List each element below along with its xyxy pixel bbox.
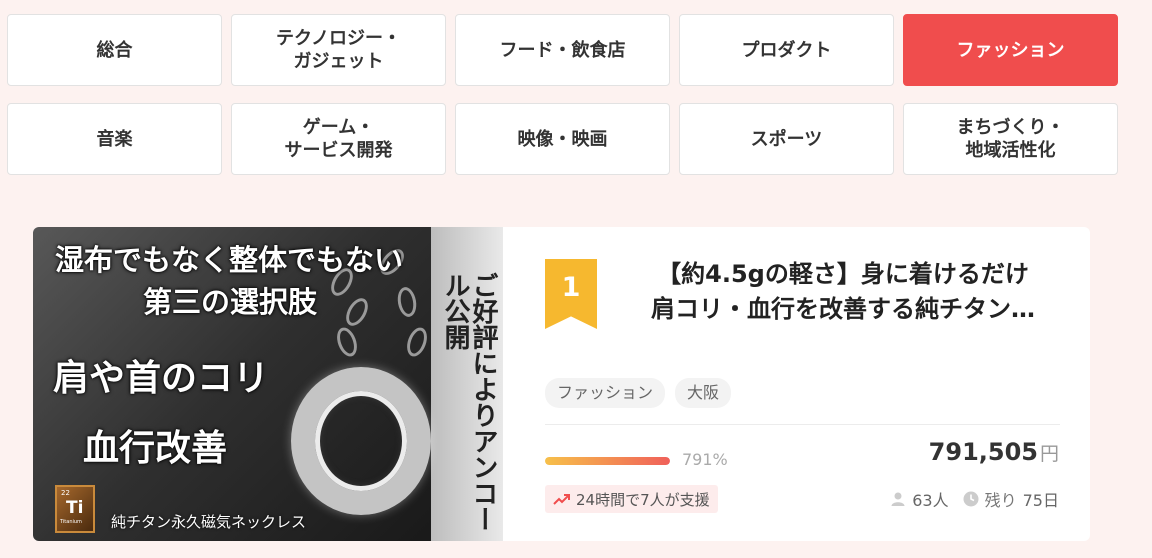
funding-progress-fill	[545, 457, 670, 465]
thumbnail-headline-3: 肩や首のコリ	[53, 357, 270, 399]
divider	[545, 424, 1060, 425]
category-fashion[interactable]: ファッション	[903, 14, 1118, 86]
project-card[interactable]: 湿布でもなく整体でもない 第三の選択肢 肩や首のコリ 血行改善 ご好評によりアン…	[33, 227, 1090, 541]
rank-badge: 1	[545, 259, 597, 329]
project-tags: ファッション 大阪	[545, 378, 732, 408]
chain-link	[403, 324, 431, 360]
tag-location[interactable]: 大阪	[675, 378, 732, 408]
element-name: Titanium	[60, 519, 82, 525]
category-video-film[interactable]: 映像・映画	[455, 103, 670, 175]
element-symbol: Ti	[66, 498, 84, 518]
category-community[interactable]: まちづくり・ 地域活性化	[903, 103, 1118, 175]
chain-link	[395, 285, 419, 319]
funding-amount: 791,505 円	[929, 438, 1059, 466]
trending-up-icon	[553, 494, 570, 505]
thumbnail-headline-1: 湿布でもなく整体でもない	[55, 243, 404, 277]
amount-value: 791,505	[928, 438, 1038, 466]
person-icon	[891, 492, 905, 506]
category-general[interactable]: 総合	[7, 14, 222, 86]
funding-percent: 791%	[682, 450, 728, 469]
project-title[interactable]: 【約4.5gの軽さ】身に着けるだけ 肩コリ・血行を改善する純チタン…	[623, 257, 1063, 327]
category-game-service[interactable]: ゲーム・ サービス開発	[231, 103, 446, 175]
project-thumbnail[interactable]: 湿布でもなく整体でもない 第三の選択肢 肩や首のコリ 血行改善 ご好評によりアン…	[33, 227, 503, 541]
remaining-days: 75日	[1022, 491, 1059, 510]
remaining-label: 残り	[984, 491, 1017, 510]
supporter-count: 63人	[912, 491, 949, 510]
currency-unit: 円	[1039, 443, 1059, 465]
trend-badge: 24時間で7人が支援	[545, 485, 718, 513]
category-food-restaurant[interactable]: フード・飲食店	[455, 14, 670, 86]
chain-link	[333, 324, 361, 360]
category-sports[interactable]: スポーツ	[679, 103, 894, 175]
thumbnail-vertical-text: ご好評によりアンコール公開	[440, 272, 498, 532]
thumbnail-product-name: 純チタン永久磁気ネックレス	[111, 513, 307, 531]
category-technology-gadget[interactable]: テクノロジー・ ガジェット	[231, 14, 446, 86]
project-info: 1 【約4.5gの軽さ】身に着けるだけ 肩コリ・血行を改善する純チタン… ファッ…	[503, 227, 1090, 541]
thumbnail-headline-2: 第三の選択肢	[143, 285, 318, 319]
category-product[interactable]: プロダクト	[679, 14, 894, 86]
category-grid: 総合 テクノロジー・ ガジェット フード・飲食店 プロダクト ファッション 音楽…	[7, 14, 1118, 175]
category-music[interactable]: 音楽	[7, 103, 222, 175]
necklace-ring-inner	[315, 391, 407, 491]
funding-progress-bar	[545, 457, 670, 465]
element-number: 22	[61, 489, 70, 497]
chain-link	[341, 294, 373, 330]
titanium-element-icon: 22 Ti Titanium	[55, 485, 95, 533]
thumbnail-headline-4: 血行改善	[83, 427, 228, 469]
tag-category[interactable]: ファッション	[545, 378, 666, 408]
clock-icon	[963, 491, 979, 507]
project-meta: 63人 残り 75日	[890, 487, 1059, 511]
trend-text: 24時間で7人が支援	[576, 490, 710, 509]
